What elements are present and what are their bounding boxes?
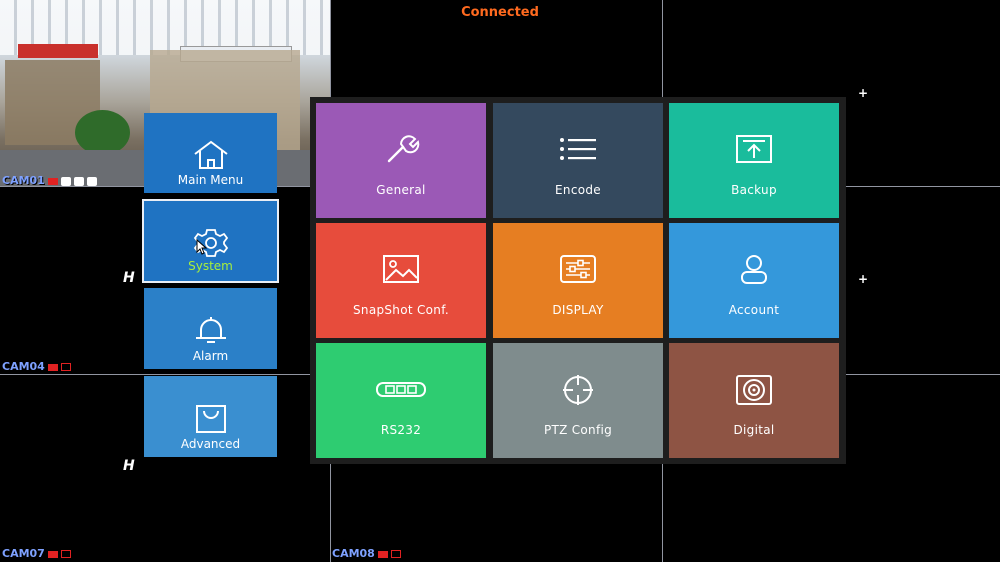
side-menu-label: Advanced: [180, 437, 241, 451]
video-loss-icon: [390, 550, 401, 558]
tile-encode[interactable]: Encode: [493, 103, 663, 218]
tile-label: Backup: [731, 183, 777, 197]
tile-label: RS232: [380, 423, 422, 437]
tile-label: DISPLAY: [552, 303, 604, 317]
crosshair-icon: [563, 375, 593, 405]
camera-label-text: CAM07: [2, 547, 45, 560]
tile-label: Digital: [733, 423, 775, 437]
camera-label: CAM01: [2, 174, 97, 187]
bag-icon: [195, 405, 226, 433]
record-icon: [47, 177, 58, 185]
camera-label-text: CAM01: [2, 174, 45, 187]
tile-label: PTZ Config: [543, 423, 613, 437]
home-icon: [193, 140, 228, 169]
side-menu-label: Alarm: [192, 349, 229, 363]
side-menu-system[interactable]: System: [142, 199, 279, 283]
tile-digital[interactable]: Digital: [669, 343, 839, 458]
upload-icon: [736, 135, 772, 163]
disk-icon: [736, 375, 772, 405]
record-icon: [377, 550, 388, 558]
tile-rs232[interactable]: RS232: [316, 343, 486, 458]
camera-label: CAM07: [2, 547, 71, 560]
plus-icon: +: [858, 272, 869, 286]
connection-status: Connected: [461, 5, 539, 20]
tile-general[interactable]: General: [316, 103, 486, 218]
side-menu-alarm[interactable]: Alarm: [144, 288, 277, 369]
record-icon: [47, 550, 58, 558]
system-menu-panel: General Encode Backup SnapShot Conf. DIS…: [310, 97, 846, 464]
tile-label: General: [376, 183, 426, 197]
camera-label-text: CAM04: [2, 360, 45, 373]
tile-backup[interactable]: Backup: [669, 103, 839, 218]
camera-label: CAM08: [332, 547, 401, 560]
image-icon: [383, 255, 419, 283]
camera-icon: [73, 176, 84, 186]
tile-label: Encode: [555, 183, 601, 197]
screen-icon: [86, 176, 97, 186]
camera-label: CAM04: [2, 360, 71, 373]
tile-account[interactable]: Account: [669, 223, 839, 338]
overlay-text-fragment: H: [123, 458, 135, 474]
mouse-cursor-icon: [196, 239, 208, 255]
sliders-icon: [560, 255, 596, 283]
wrench-icon: [387, 135, 420, 163]
side-menu-advanced[interactable]: Advanced: [144, 376, 277, 457]
side-menu-label: System: [188, 259, 233, 273]
tile-label: Account: [728, 303, 780, 317]
motion-icon: [60, 176, 71, 186]
tile-label: SnapShot Conf.: [353, 303, 449, 317]
record-icon: [47, 363, 58, 371]
camera-label-text: CAM08: [332, 547, 375, 560]
bell-icon: [195, 317, 226, 343]
serial-port-icon: [376, 382, 426, 397]
tile-ptz-config[interactable]: PTZ Config: [493, 343, 663, 458]
overlay-text-fragment: H: [123, 270, 135, 286]
video-loss-icon: [60, 550, 71, 558]
tile-snapshot-conf[interactable]: SnapShot Conf.: [316, 223, 486, 338]
video-loss-icon: [60, 363, 71, 371]
side-menu-label: Main Menu: [177, 173, 244, 187]
list-icon: [560, 138, 596, 160]
user-icon: [741, 255, 767, 284]
tile-display[interactable]: DISPLAY: [493, 223, 663, 338]
plus-icon: +: [858, 86, 869, 100]
side-menu-main-menu[interactable]: Main Menu: [144, 113, 277, 193]
